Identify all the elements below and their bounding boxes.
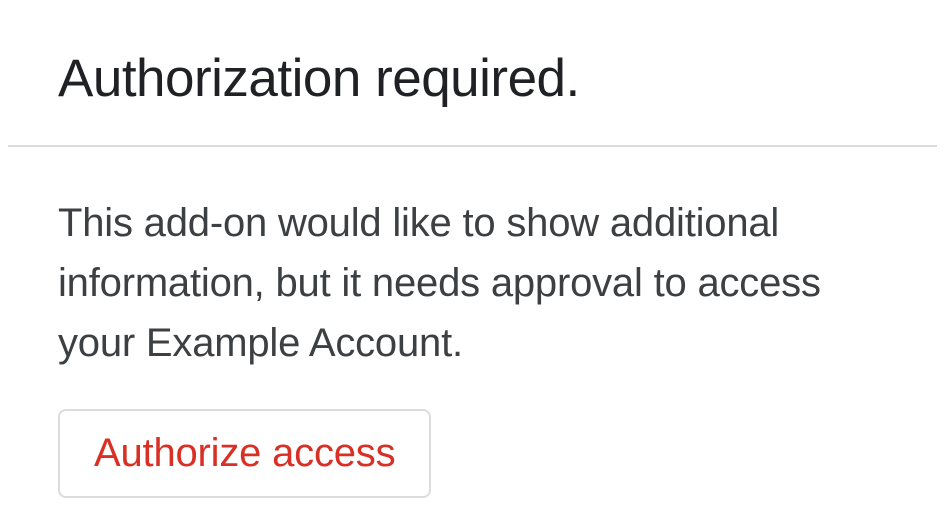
dialog-body: This add-on would like to show additiona… <box>0 147 945 498</box>
authorize-access-button[interactable]: Authorize access <box>58 409 431 498</box>
dialog-title: Authorization required. <box>58 48 887 109</box>
dialog-header: Authorization required. <box>0 0 945 145</box>
authorization-description: This add-on would like to show additiona… <box>58 193 887 373</box>
